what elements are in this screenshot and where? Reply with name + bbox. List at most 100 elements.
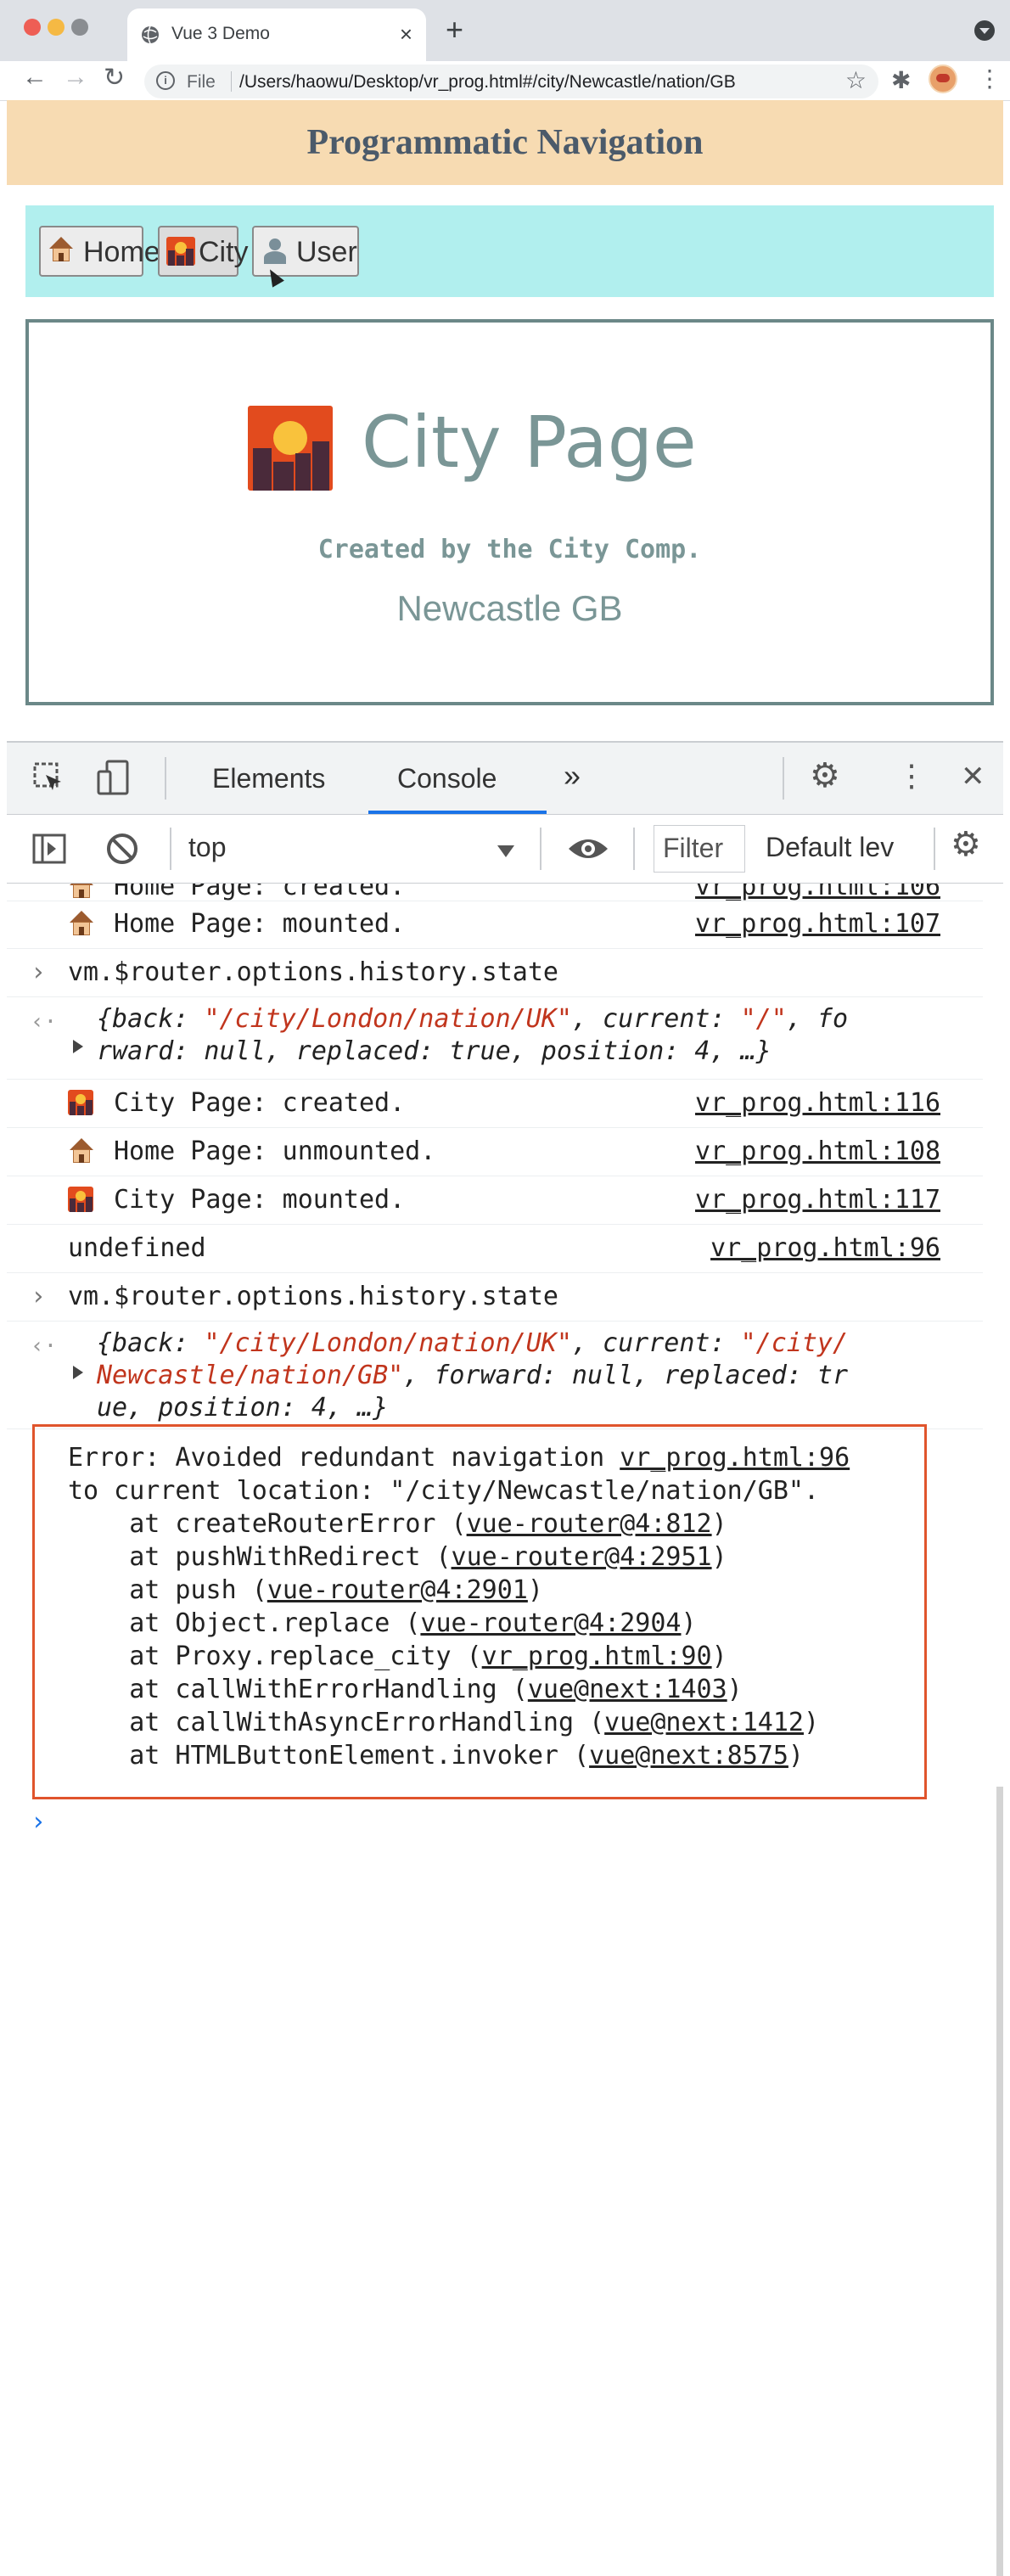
log-message: City Page: mounted. [114,1185,406,1215]
home-button-label: Home [83,236,160,268]
close-tab-icon[interactable]: × [400,21,412,48]
object-preview-line-3[interactable]: ue, position: 4, …} [97,1393,388,1423]
console-log-row: Home Page: mounted. vr_prog.html:107 [7,901,983,949]
devtools-divider [540,828,541,870]
stack-frame-link[interactable]: vue-router@4:2901 [267,1575,528,1605]
expand-triangle-icon[interactable] [73,1040,83,1053]
log-source-link[interactable]: vr_prog.html:107 [695,909,940,939]
reload-icon[interactable]: ↻ [104,63,125,93]
object-preview-line-1[interactable]: {back: "/city/London/nation/UK", current… [97,1004,848,1034]
window-minimize-button[interactable] [48,19,65,36]
window-zoom-button[interactable] [71,19,88,36]
new-tab-button[interactable]: + [446,12,463,48]
city-sunset-icon [166,237,195,266]
console-log-row: City Page: mounted. vr_prog.html:117 [7,1176,983,1225]
object-preview-line-2[interactable]: Newcastle/nation/GB", forward: null, rep… [97,1361,848,1390]
console-log-row: Home Page: unmounted. vr_prog.html:108 [7,1128,983,1176]
log-message: undefined [68,1233,206,1263]
page-viewport: Programmatic Navigation Home City User C… [7,100,1003,741]
console-prompt-icon[interactable]: › [31,1807,46,1835]
console-toolbar: top Filter Default lev ⚙ [7,815,1003,884]
log-source-link[interactable]: vr_prog.html:117 [695,1185,940,1215]
forward-icon[interactable]: → [63,63,88,92]
console-filter-input[interactable]: Filter [654,825,745,873]
error-source-link[interactable]: vr_prog.html:96 [620,1443,850,1473]
log-source-link[interactable]: vr_prog.html:96 [710,1233,940,1263]
live-expression-eye-icon[interactable] [567,833,609,864]
log-source-link[interactable]: vr_prog.html:106 [695,884,940,901]
expand-triangle-icon[interactable] [73,1366,83,1379]
prompt-chevron-icon: › [31,957,47,987]
context-selector[interactable]: top [188,832,226,863]
log-source-link[interactable]: vr_prog.html:116 [695,1088,940,1118]
devtools-divider [170,828,171,870]
tab-search-icon[interactable] [974,20,995,41]
bookmark-star-icon[interactable]: ☆ [845,66,867,94]
return-value-icon: ‹· [31,1333,58,1359]
object-preview-line-2[interactable]: rward: null, replaced: true, position: 4… [97,1036,772,1066]
stack-frame: at callWithAsyncErrorHandling (vue@next:… [68,1708,820,1737]
show-sidebar-icon[interactable] [32,833,66,864]
devtools-divider [633,828,635,870]
log-message: Home Page: mounted. [114,909,406,939]
stack-frame: at createRouterError (vue-router@4:812) [68,1509,727,1539]
city-sunset-icon [248,406,333,491]
console-scrollbar[interactable] [996,1787,1003,2576]
stack-frame-link[interactable]: vr_prog.html:90 [482,1642,712,1671]
devtools-menu-icon[interactable]: ⋮ [896,758,927,794]
active-tab-indicator [368,811,547,814]
address-divider [231,71,232,92]
devtools-divider [783,757,784,800]
device-toolbar-icon[interactable] [97,760,131,797]
window-close-button[interactable] [24,19,41,36]
more-tabs-icon[interactable]: » [564,758,581,794]
city-button[interactable]: City [158,226,249,277]
browser-menu-icon[interactable]: ⋮ [978,65,1002,93]
tab-title: Vue 3 Demo [171,24,270,43]
city-name: Newcastle GB [396,588,623,628]
back-icon[interactable]: ← [22,63,48,92]
console-result-row: ‹· {back: "/city/London/nation/UK", curr… [7,1322,983,1429]
city-page-title: City Page [362,401,697,484]
stack-frame-link[interactable]: vue-router@4:2951 [452,1542,712,1572]
inspect-element-icon[interactable] [32,761,66,795]
address-bar[interactable]: i File /Users/haowu/Desktop/vr_prog.html… [144,65,878,98]
url-text[interactable]: /Users/haowu/Desktop/vr_prog.html#/city/… [239,72,736,93]
close-devtools-icon[interactable]: ✕ [961,760,985,794]
log-source-link[interactable]: vr_prog.html:108 [695,1136,940,1166]
home-button[interactable]: Home [39,226,160,277]
globe-icon [142,25,159,44]
browser-toolbar: ← → ↻ i File /Users/haowu/Desktop/vr_pro… [0,61,1010,101]
console-command: vm.$router.options.history.state [68,957,558,987]
page-header: Programmatic Navigation [7,100,1003,185]
stack-frame-link[interactable]: vue@next:8575 [589,1741,788,1771]
console-settings-gear-icon[interactable]: ⚙ [951,825,981,864]
clear-console-icon[interactable] [105,832,139,866]
chevron-down-icon[interactable] [497,845,514,857]
stack-frame-link[interactable]: vue@next:1412 [604,1708,804,1737]
settings-gear-icon[interactable]: ⚙ [810,756,840,795]
house-icon [48,237,76,266]
info-icon[interactable]: i [156,71,175,90]
log-level-selector[interactable]: Default lev [766,832,925,863]
stack-frame-link[interactable]: vue-router@4:2904 [420,1608,681,1638]
tab-elements[interactable]: Elements [212,763,325,794]
extensions-icon[interactable]: ✱ [891,66,911,94]
error-message-line-2: to current location: "/city/Newcastle/na… [68,1476,820,1506]
browser-tab[interactable]: Vue 3 Demo × [127,8,426,61]
stack-frame: at HTMLButtonElement.invoker (vue@next:8… [68,1741,804,1771]
tab-console[interactable]: Console [397,763,497,794]
profile-avatar[interactable] [929,65,957,93]
return-value-icon: ‹· [31,1009,58,1035]
nav-bar: Home City User [25,205,994,297]
router-view: City Page Created by the City Comp. Newc… [25,319,994,705]
devtools-divider [934,828,935,870]
stack-frame-link[interactable]: vue-router@4:812 [467,1509,712,1539]
object-preview-line-1[interactable]: {back: "/city/London/nation/UK", current… [97,1328,848,1358]
city-sunset-icon [68,1090,93,1115]
user-button-label: User [296,236,357,268]
console-input-row: › vm.$router.options.history.state [7,1273,983,1322]
city-page-subtitle: Created by the City Comp. [317,535,702,564]
stack-frame-link[interactable]: vue@next:1403 [528,1675,727,1704]
stack-frame: at push (vue-router@4:2901) [68,1575,543,1605]
